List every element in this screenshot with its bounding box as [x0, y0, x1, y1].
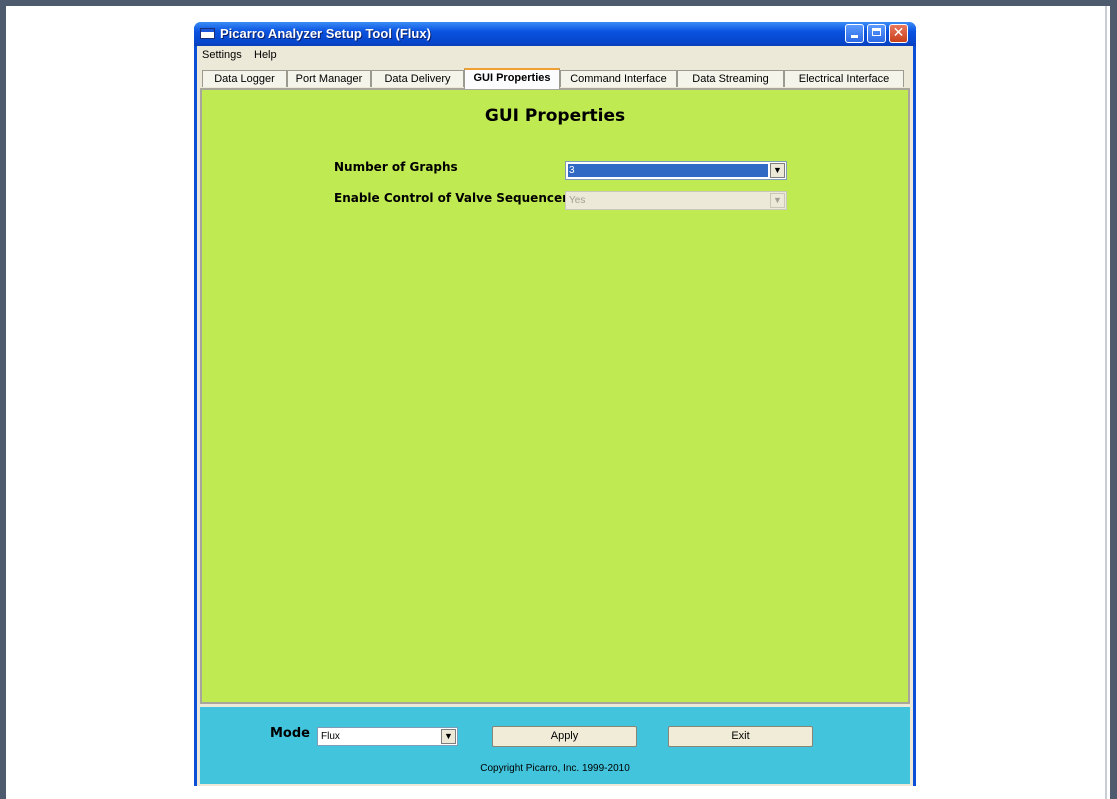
- number-of-graphs-label: Number of Graphs: [334, 160, 458, 174]
- tab-bar: Data Logger Port Manager Data Delivery G…: [200, 68, 910, 89]
- chevron-down-icon[interactable]: ▼: [770, 193, 785, 208]
- panel-title: GUI Properties: [484, 106, 626, 126]
- number-of-graphs-value: 3: [568, 164, 768, 177]
- chevron-down-icon[interactable]: ▼: [441, 729, 456, 744]
- copyright-text: Copyright Picarro, Inc. 1999-2010: [480, 763, 630, 774]
- window-title: Picarro Analyzer Setup Tool (Flux): [220, 26, 431, 41]
- minimize-button[interactable]: [845, 24, 864, 43]
- gui-properties-panel: GUI Properties Number of Graphs 3 ▼ Enab…: [200, 88, 910, 704]
- minimize-icon: [851, 35, 858, 38]
- menu-help[interactable]: Help: [254, 49, 277, 61]
- outer-frame-inner-right: [1105, 6, 1107, 799]
- outer-frame-left: [0, 0, 6, 799]
- apply-button[interactable]: Apply: [492, 726, 637, 747]
- mode-label: Mode: [270, 726, 310, 741]
- menu-settings[interactable]: Settings: [202, 49, 242, 61]
- valve-sequencer-value: Yes: [569, 195, 586, 206]
- mode-value: Flux: [321, 731, 340, 742]
- tab-gui-properties[interactable]: GUI Properties: [464, 68, 560, 89]
- app-window-icon: [200, 28, 215, 39]
- valve-sequencer-select[interactable]: Yes ▼: [565, 191, 787, 210]
- tab-data-delivery[interactable]: Data Delivery: [371, 70, 464, 87]
- chevron-down-icon[interactable]: ▼: [770, 163, 785, 178]
- outer-frame-right: [1110, 0, 1117, 799]
- close-icon: ✕: [892, 25, 905, 41]
- window-client-area: Settings Help Data Logger Port Manager D…: [197, 46, 913, 786]
- close-button[interactable]: ✕: [889, 24, 908, 43]
- menu-bar: Settings Help: [197, 46, 913, 66]
- tab-data-streaming[interactable]: Data Streaming: [677, 70, 784, 87]
- outer-frame-top: [0, 0, 1117, 6]
- maximize-icon: [872, 28, 881, 36]
- tab-data-logger[interactable]: Data Logger: [202, 70, 287, 87]
- tab-electrical-interface[interactable]: Electrical Interface: [784, 70, 904, 87]
- tab-command-interface[interactable]: Command Interface: [560, 70, 677, 87]
- bottom-bar: Mode Flux ▼ Apply Exit Copyright Picarro…: [200, 707, 910, 784]
- exit-button[interactable]: Exit: [668, 726, 813, 747]
- title-bar[interactable]: Picarro Analyzer Setup Tool (Flux) ✕: [194, 22, 916, 46]
- valve-sequencer-label: Enable Control of Valve Sequencer: [334, 191, 569, 205]
- app-window: Picarro Analyzer Setup Tool (Flux) ✕ Set…: [194, 22, 916, 786]
- tab-port-manager[interactable]: Port Manager: [287, 70, 371, 87]
- number-of-graphs-select[interactable]: 3 ▼: [565, 161, 787, 180]
- maximize-button[interactable]: [867, 24, 886, 43]
- mode-select[interactable]: Flux ▼: [317, 727, 458, 746]
